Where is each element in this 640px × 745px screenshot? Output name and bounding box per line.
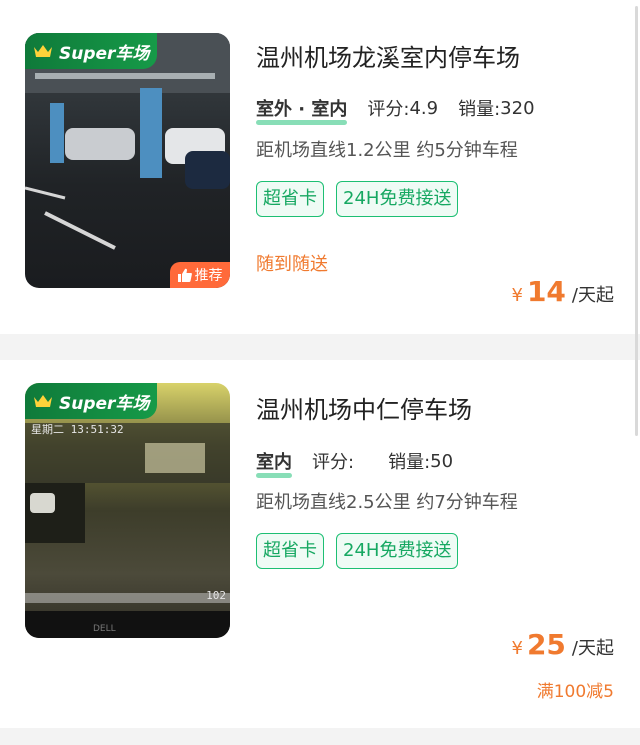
environment-label: 室外 · 室内	[256, 95, 348, 125]
scrollbar[interactable]	[635, 6, 638, 436]
rating-label: 评分:	[312, 452, 355, 473]
sales-value: 320	[500, 97, 535, 119]
discount-badge: 满100减5	[536, 682, 614, 702]
parking-card[interactable]: DELL 星期二 13:51:32 102 Super车场 温州机场中仁停车场 …	[0, 360, 640, 728]
sales-value: 50	[430, 450, 454, 472]
feature-tags: 超省卡 24H免费接送	[256, 181, 459, 217]
crown-icon	[34, 45, 52, 57]
badge-label: Super车场	[59, 43, 150, 64]
crown-icon	[34, 395, 52, 407]
tag-shuttle: 24H免费接送	[336, 533, 459, 569]
distance-text: 距机场直线1.2公里 约5分钟车程	[256, 140, 518, 161]
sales-label: 销量:	[388, 452, 431, 473]
parking-name[interactable]: 温州机场中仁停车场	[256, 390, 472, 425]
price-amount: 14	[526, 275, 566, 308]
tag-shuttle: 24H免费接送	[336, 181, 459, 217]
svg-text:DELL: DELL	[93, 624, 116, 634]
garage-photo	[25, 33, 230, 288]
parking-meta: 室外 · 室内 评分: 4.9 销量: 320	[256, 95, 535, 125]
service-note: 随到随送	[256, 254, 328, 275]
price-unit: /天起	[571, 285, 614, 306]
camera-number: 102	[206, 589, 226, 602]
parking-photo[interactable]: Super车场 推荐	[25, 33, 230, 288]
currency-symbol: ¥	[511, 285, 523, 306]
sales-label: 销量:	[458, 99, 501, 120]
thumbs-up-icon	[177, 268, 192, 282]
price: ¥ 25 /天起	[512, 628, 615, 661]
parking-name[interactable]: 温州机场龙溪室内停车场	[256, 38, 520, 73]
tag-saver-card: 超省卡	[256, 181, 324, 217]
parking-meta: 室内 评分: 销量: 50	[256, 448, 454, 478]
rating-value: 4.9	[409, 97, 439, 119]
camera-timestamp: 星期二 13:51:32	[31, 423, 124, 436]
super-lot-badge: Super车场	[25, 383, 157, 419]
super-lot-badge: Super车场	[25, 33, 157, 69]
currency-symbol: ¥	[511, 638, 523, 659]
rating-label: 评分:	[367, 99, 410, 120]
recommend-label: 推荐	[194, 268, 223, 284]
environment-label: 室内	[256, 448, 292, 478]
parking-photo[interactable]: DELL 星期二 13:51:32 102 Super车场	[25, 383, 230, 638]
price: ¥ 14 /天起	[512, 275, 615, 308]
recommend-badge: 推荐	[170, 262, 230, 288]
price-amount: 25	[526, 628, 566, 661]
parking-card[interactable]: Super车场 推荐 温州机场龙溪室内停车场 室外 · 室内 评分: 4.9 销…	[0, 0, 640, 334]
price-unit: /天起	[571, 638, 614, 659]
feature-tags: 超省卡 24H免费接送	[256, 533, 459, 569]
badge-label: Super车场	[59, 393, 150, 414]
distance-text: 距机场直线2.5公里 约7分钟车程	[256, 492, 518, 513]
parking-list: Super车场 推荐 温州机场龙溪室内停车场 室外 · 室内 评分: 4.9 销…	[0, 0, 640, 745]
tag-saver-card: 超省卡	[256, 533, 324, 569]
